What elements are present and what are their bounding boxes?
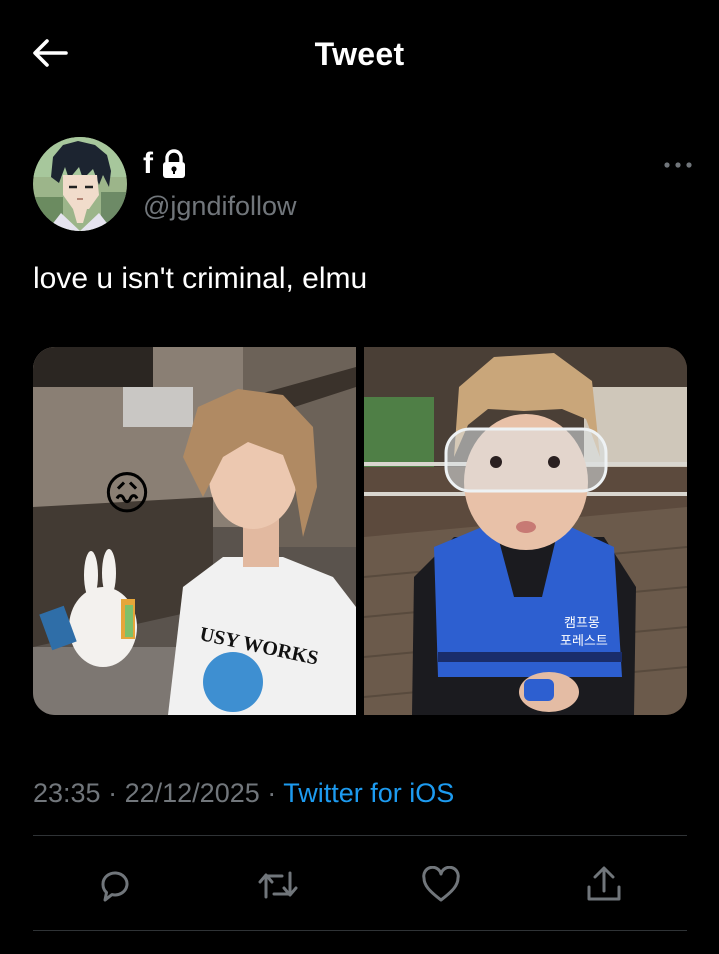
meta-separator: · [108,778,118,808]
share-button[interactable] [574,852,634,918]
more-options-button[interactable] [653,155,693,175]
divider [33,835,687,836]
more-horizontal-icon [664,162,692,168]
reply-icon [101,871,129,902]
meta-separator: · [267,778,277,808]
divider [33,930,687,931]
tweet-text: love u isn't criminal, elmu [33,262,368,295]
page-title: Tweet [314,36,405,72]
tweet-photo-2[interactable]: 캠프몽 포레스트 [364,347,687,715]
user-handle[interactable]: @jgndifollow [143,191,296,222]
share-icon [587,866,621,901]
avatar[interactable] [33,137,127,231]
display-name[interactable]: f [143,147,153,181]
top-bar: Tweet [0,0,719,110]
retweet-icon [258,871,298,899]
lock-icon [163,149,185,178]
vest-text-1: 캠프몽 [564,616,600,631]
emoji-sticker: 😖 [103,466,151,520]
retweet-button[interactable] [248,852,308,918]
like-button[interactable] [411,852,471,918]
tweet-media: USY WORKS 😖 캠프몽 포레스트 [33,347,687,715]
reply-button[interactable] [85,852,145,918]
tweet-date: 22/12/2025 [124,778,260,808]
tweet-photo-1[interactable]: USY WORKS 😖 [33,347,356,715]
tweet-meta: 23:35 · 22/12/2025 · Twitter for iOS [33,778,454,809]
tweet-author: f @jgndifollow [33,137,693,233]
tweet-actions [33,852,687,918]
display-name-row: f [143,147,187,181]
tweet-time: 23:35 [33,778,101,808]
tweet-source-link[interactable]: Twitter for iOS [283,778,454,808]
heart-icon [422,866,460,902]
vest-text-2: 포레스트 [560,634,608,649]
